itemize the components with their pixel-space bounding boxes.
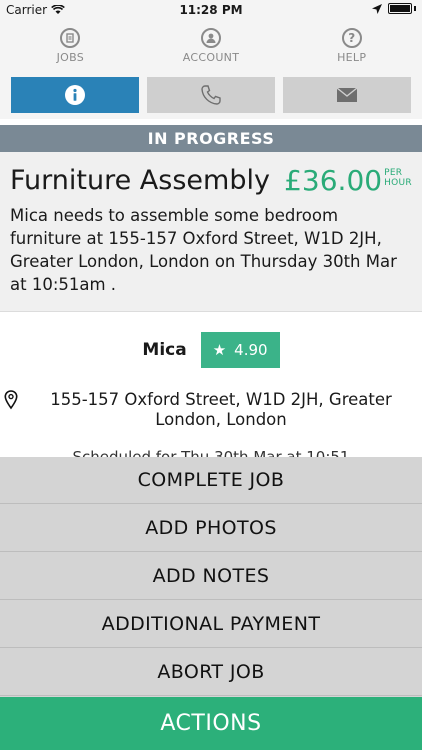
jobs-icon — [60, 28, 81, 48]
nav-account[interactable]: ACCOUNT — [141, 22, 282, 73]
actions-toggle-button[interactable]: ACTIONS — [0, 697, 422, 750]
address-text: 155-157 Oxford Street, W1D 2JH, Greater … — [50, 390, 392, 429]
help-icon: ? — [341, 28, 362, 48]
info-icon — [65, 85, 85, 105]
abort-job-button[interactable]: ABORT JOB — [0, 649, 422, 696]
job-title: Furniture Assembly — [10, 165, 270, 196]
nav-help[interactable]: ? HELP — [281, 22, 422, 73]
job-status-banner: IN PROGRESS — [0, 125, 422, 152]
star-icon: ★ — [212, 341, 227, 359]
address-row: 155-157 Oxford Street, W1D 2JH, Greater … — [4, 390, 418, 430]
envelope-icon — [336, 87, 358, 102]
status-indicators — [372, 3, 416, 14]
clock: 11:28 PM — [179, 3, 243, 17]
tab-info[interactable] — [11, 77, 139, 113]
complete-job-button[interactable]: COMPLETE JOB — [0, 457, 422, 504]
top-nav: JOBS ACCOUNT ? HELP — [0, 22, 422, 73]
tab-call[interactable] — [147, 77, 275, 113]
additional-payment-button[interactable]: ADDITIONAL PAYMENT — [0, 601, 422, 648]
price-unit-top: PER — [384, 168, 403, 178]
nav-account-label: ACCOUNT — [182, 51, 240, 64]
job-summary-card: Furniture Assembly £36.00 PER HOUR Mica … — [0, 152, 422, 312]
account-icon — [201, 28, 221, 48]
location-arrow-icon — [372, 3, 382, 14]
battery-icon — [388, 3, 412, 14]
price-unit-bottom: HOUR — [384, 178, 412, 188]
add-photos-button[interactable]: ADD PHOTOS — [0, 505, 422, 552]
status-bar: Carrier 11:28 PM — [0, 0, 422, 22]
price-unit: PER HOUR — [384, 168, 412, 188]
worker-name: Mica — [142, 340, 187, 360]
actions-sheet: COMPLETE JOB ADD PHOTOS ADD NOTES ADDITI… — [0, 457, 422, 750]
add-notes-button[interactable]: ADD NOTES — [0, 553, 422, 600]
nav-jobs[interactable]: JOBS — [0, 22, 141, 73]
tab-message[interactable] — [283, 77, 411, 113]
map-pin-icon — [4, 390, 18, 410]
rating-badge: ★ 4.90 — [200, 332, 280, 368]
job-price: £36.00 PER HOUR — [284, 164, 412, 197]
phone-icon — [201, 85, 221, 105]
rating-value: 4.90 — [234, 341, 268, 359]
price-value: £36.00 — [284, 164, 383, 197]
job-description: Mica needs to assemble some bedroom furn… — [10, 206, 397, 294]
detail-tabs — [0, 73, 422, 119]
nav-jobs-label: JOBS — [56, 51, 85, 64]
nav-help-label: HELP — [337, 51, 367, 64]
battery-tip — [414, 6, 416, 11]
worker-row: Mica ★ 4.90 — [0, 331, 422, 369]
